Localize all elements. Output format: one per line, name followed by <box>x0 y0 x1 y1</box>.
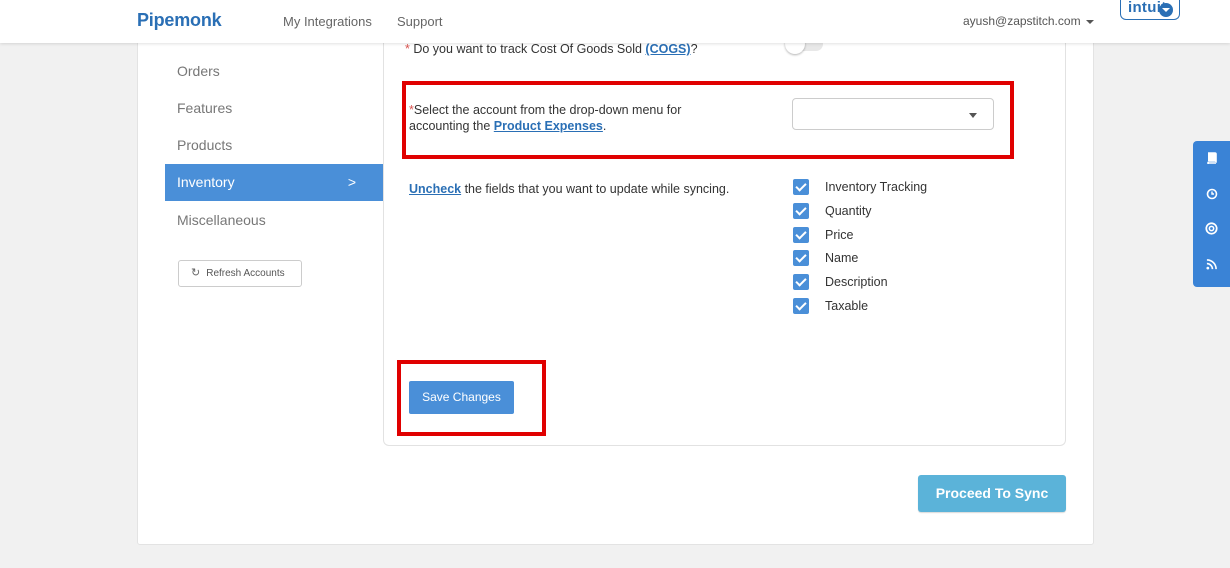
uncheck-text: the fields that you want to update while… <box>461 182 730 196</box>
user-menu[interactable]: ayush@zapstitch.com <box>963 14 1094 28</box>
caret-down-icon <box>969 113 977 118</box>
nav-support[interactable]: Support <box>397 14 443 29</box>
nav-my-integrations[interactable]: My Integrations <box>283 14 372 29</box>
sidebar-item-features[interactable]: Features <box>165 90 384 127</box>
checkbox-checked-icon <box>793 203 809 219</box>
cogs-question-suffix: ? <box>690 42 698 56</box>
cogs-question: * Do you want to track Cost Of Goods Sol… <box>405 41 698 57</box>
checkbox-checked-icon <box>793 274 809 290</box>
floating-tools-bar <box>1193 141 1230 287</box>
sidebar-item-label: Features <box>177 100 233 116</box>
sidebar-item-inventory[interactable]: Inventory > <box>165 164 384 201</box>
product-expenses-line2: accounting the Product Expenses. <box>409 118 769 134</box>
rss-icon[interactable] <box>1193 254 1230 278</box>
sidebar-item-products[interactable]: Products <box>165 127 384 164</box>
refresh-accounts-button[interactable]: ↻ Refresh Accounts <box>178 260 302 287</box>
sidebar-item-label: Inventory <box>177 174 235 190</box>
user-email: ayush@zapstitch.com <box>963 14 1081 28</box>
top-navbar: Pipemonk My Integrations Support ayush@z… <box>0 0 1230 43</box>
checkbox-label: Quantity <box>825 204 872 218</box>
checkbox-label: Description <box>825 275 888 289</box>
save-changes-button[interactable]: Save Changes <box>409 381 514 414</box>
expense-question-line1: Select the account from the drop-down me… <box>413 103 682 117</box>
checkbox-label: Name <box>825 251 859 265</box>
checkbox-checked-icon <box>793 250 809 266</box>
checkbox-label: Inventory Tracking <box>825 180 928 194</box>
refresh-icon: ↻ <box>191 267 201 279</box>
proceed-to-sync-button[interactable]: Proceed To Sync <box>918 475 1066 512</box>
checkbox-checked-icon <box>793 298 809 314</box>
refresh-accounts-label: Refresh Accounts <box>206 268 285 279</box>
checkbox-label: Taxable <box>825 299 869 313</box>
expense-suffix: . <box>602 119 607 133</box>
chevron-down-circle-icon <box>1159 3 1173 17</box>
sidebar-item-orders[interactable]: Orders <box>165 53 384 90</box>
sidebar-item-miscellaneous[interactable]: Miscellaneous <box>165 202 384 239</box>
chevron-right-icon: > <box>347 174 356 190</box>
product-expenses-line1: *Select the account from the drop-down m… <box>409 102 769 118</box>
cogs-question-text: Do you want to track Cost Of Goods Sold <box>413 42 646 56</box>
brand-logo[interactable]: Pipemonk <box>137 10 222 31</box>
checkbox-checked-icon <box>793 227 809 243</box>
caret-down-icon <box>1085 19 1094 24</box>
lifebuoy-icon[interactable] <box>1193 219 1230 243</box>
product-expenses-question: *Select the account from the drop-down m… <box>409 102 769 134</box>
intuit-menu-button[interactable]: intuit. <box>1120 0 1180 20</box>
checkbox-checked-icon <box>793 179 809 195</box>
sidebar-item-label: Orders <box>177 63 220 79</box>
product-expenses-account-select[interactable] <box>792 98 994 130</box>
sidebar-item-label: Products <box>177 137 233 153</box>
book-icon[interactable] <box>1193 148 1230 172</box>
required-mark: * <box>405 42 410 56</box>
clock-icon[interactable] <box>1193 184 1230 208</box>
sidebar-item-label: Miscellaneous <box>177 212 266 228</box>
expense-question-line2: accounting the <box>409 119 494 133</box>
uncheck-link[interactable]: Uncheck <box>409 182 461 196</box>
checkbox-label: Price <box>825 228 854 242</box>
uncheck-instructions: Uncheck the fields that you want to upda… <box>409 181 729 197</box>
product-expenses-link[interactable]: Product Expenses <box>494 119 603 133</box>
cogs-link[interactable]: (COGS) <box>645 42 690 56</box>
